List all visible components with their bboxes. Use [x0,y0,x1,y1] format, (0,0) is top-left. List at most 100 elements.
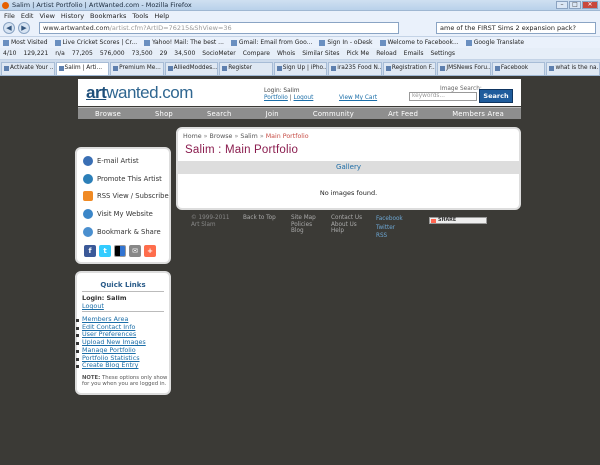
twitter-icon[interactable]: t [99,245,111,257]
toolbar-item[interactable]: 576,000 [100,50,125,57]
maximize-button[interactable]: □ [569,1,581,9]
divider [82,291,164,292]
search-button[interactable]: Search [479,89,513,103]
quick-links-box: Quick Links Login: Salim Logout Members … [75,271,171,395]
artist-actions-box: E-mail Artist Promote This Artist RSS Vi… [75,147,171,264]
toolbar-item[interactable]: 34,500 [174,50,195,57]
browser-tab[interactable]: Activate Your ... [1,62,55,75]
blog-link[interactable]: Blog [291,228,316,235]
window-titlebar: Salim | Artist Portfolio | ArtWanted.com… [0,0,600,11]
back-button[interactable]: ◀ [3,22,15,34]
nav-community[interactable]: Community [313,110,354,118]
menu-tools[interactable]: Tools [132,12,148,20]
browser-tab[interactable]: JMSNews Foru... [437,62,491,75]
visit-website-link[interactable]: Visit My Website [83,209,153,219]
menu-help[interactable]: Help [154,12,169,20]
close-button[interactable]: ✕ [582,1,598,9]
promote-artist-link[interactable]: Promote This Artist [83,174,162,184]
toolbar-item[interactable]: 4/10 [3,50,16,57]
menu-edit[interactable]: Edit [21,12,34,20]
browser-tab[interactable]: Registration F... [382,62,437,75]
toolbar-item[interactable]: 29 [160,50,168,57]
tab-strip: Activate Your ... Salim | Arti... Premiu… [0,60,600,76]
footer-links-1: Site Map Policies Blog [291,215,316,235]
share-button[interactable]: SHARE [429,217,487,224]
globe-icon [83,209,93,219]
copyright: © 1999-2011 Art Slam [191,215,230,228]
breadcrumb-home[interactable]: Home [183,133,202,140]
contact-us-link[interactable]: Contact Us [331,215,362,222]
quick-links-logout[interactable]: Logout [82,302,104,310]
browser-search-input[interactable]: ame of the FIRST Sims 2 expansion pack? [436,22,596,34]
bookmark-item[interactable]: Sign In - oDesk [319,39,373,46]
bookmarks-toolbar: Most Visited Live Cricket Scores | Cr...… [0,37,600,48]
toolbar-item[interactable]: Settings [430,50,455,57]
nav-join[interactable]: Join [266,110,279,118]
toolbar-item[interactable]: Reload [376,50,396,57]
bookmark-item[interactable]: Gmail: Email from Goo... [230,39,312,46]
create-blog-entry-link[interactable]: Create Blog Entry [76,362,146,370]
browser-tab[interactable]: Register [219,62,273,75]
rss-link[interactable]: RSS [376,232,403,241]
twitter-link[interactable]: Twitter [376,224,403,233]
facebook-link[interactable]: Facebook [376,215,403,224]
site-logo[interactable]: artwanted.com [86,83,193,103]
bookmark-share-link[interactable]: Bookmark & Share [83,227,161,237]
addthis-icon[interactable]: + [144,245,156,257]
browser-tab[interactable]: Facebook [491,62,546,75]
breadcrumb-artist[interactable]: Salim [240,133,258,140]
login-label: Login: Salim [264,88,300,94]
keywords-input[interactable]: keywords... [409,92,477,101]
nav-art-feed[interactable]: Art Feed [388,110,418,118]
seo-toolbar: 4/10 129,221 n/a 77,205 576,000 73,500 2… [0,48,600,60]
toolbar-item[interactable]: Compare [243,50,270,57]
minimize-button[interactable]: – [556,1,568,9]
browser-tab[interactable]: AlliedModdes... [164,62,219,75]
delicious-icon[interactable] [114,245,126,257]
nav-search[interactable]: Search [207,110,232,118]
toolbar-item[interactable]: n/a [55,50,65,57]
menu-view[interactable]: View [39,12,54,20]
bookmark-item[interactable]: Most Visited [3,39,48,46]
site-map-link[interactable]: Site Map [291,215,316,222]
browser-tab[interactable]: what is the na... [546,62,600,75]
toolbar-item[interactable]: Whois [277,50,295,57]
nav-members-area[interactable]: Members Area [452,110,504,118]
rss-subscribe-link[interactable]: RSS View / Subscribe [83,191,169,201]
address-bar[interactable]: www.artwanted.com/artist.cfm?ArtID=76215… [39,22,399,34]
view-cart-link[interactable]: View My Cart [339,95,377,101]
browser-tab[interactable]: Premium Me... [110,62,164,75]
forward-button[interactable]: ▶ [18,22,30,34]
back-to-top-link[interactable]: Back to Top [243,215,276,222]
toolbar-item[interactable]: 73,500 [132,50,153,57]
toolbar-item[interactable]: 77,205 [72,50,93,57]
help-link[interactable]: Help [331,228,362,235]
toolbar-item[interactable]: SocioMeter [202,50,236,57]
email-artist-link[interactable]: E-mail Artist [83,156,139,166]
logout-link[interactable]: Logout [294,95,314,101]
breadcrumb-browse[interactable]: Browse [210,133,233,140]
toolbar-item[interactable]: Pick Me [347,50,370,57]
toolbar-item[interactable]: Emails [404,50,424,57]
navigation-toolbar: ◀ ▶ www.artwanted.com/artist.cfm?ArtID=7… [0,20,600,37]
facebook-icon[interactable]: f [84,245,96,257]
bookmark-item[interactable]: Welcome to Facebook... [379,39,459,46]
main-nav: Browse Shop Search Join Community Art Fe… [78,107,521,119]
menu-bookmarks[interactable]: Bookmarks [90,12,126,20]
nav-shop[interactable]: Shop [155,110,173,118]
menu-history[interactable]: History [61,12,84,20]
browser-tab[interactable]: Sign Up | iPho... [273,62,328,75]
bookmark-item[interactable]: Live Cricket Scores | Cr... [54,39,137,46]
browser-tab[interactable]: ira235 Food N... [328,62,382,75]
bookmark-item[interactable]: Yahoo! Mail: The best ... [144,39,224,46]
portfolio-link[interactable]: Portfolio [264,95,288,101]
breadcrumb: Home » Browse » Salim » Main Portfolio [183,133,309,140]
quick-links-login: Login: Salim [82,294,127,302]
toolbar-item[interactable]: 129,221 [23,50,48,57]
menu-file[interactable]: File [4,12,15,20]
bookmark-item[interactable]: Google Translate [465,39,524,46]
browser-tab-active[interactable]: Salim | Arti... [55,62,110,75]
email-share-icon[interactable]: ✉ [129,245,141,257]
toolbar-item[interactable]: Similar Sites [302,50,339,57]
nav-browse[interactable]: Browse [95,110,121,118]
